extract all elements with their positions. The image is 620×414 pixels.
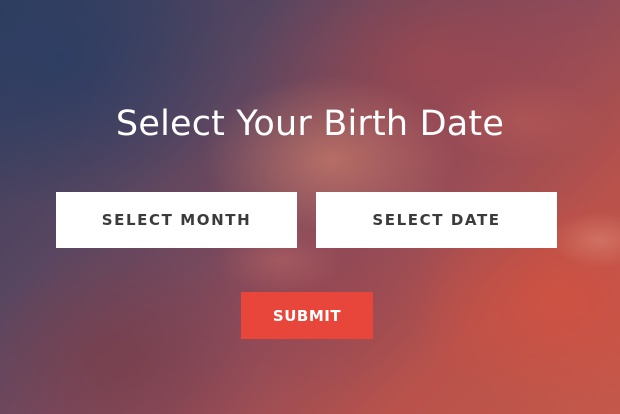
- nebula-background: Select Your Birth Date SELECT MONTH SELE…: [0, 0, 620, 414]
- submit-button[interactable]: SUBMIT: [241, 292, 373, 339]
- page-title: Select Your Birth Date: [115, 104, 505, 144]
- select-date-button[interactable]: SELECT DATE: [316, 192, 557, 248]
- select-month-button[interactable]: SELECT MONTH: [56, 192, 297, 248]
